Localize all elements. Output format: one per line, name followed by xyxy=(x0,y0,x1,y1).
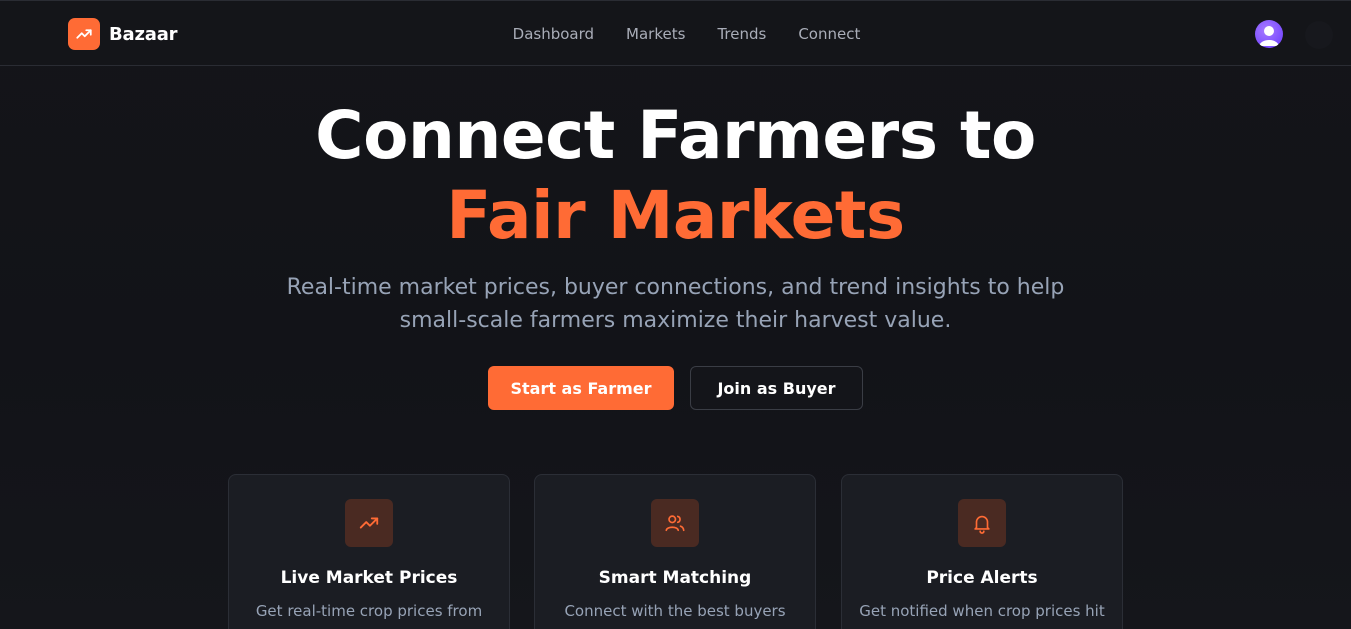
nav-link-markets[interactable]: Markets xyxy=(626,25,685,43)
join-as-buyer-button[interactable]: Join as Buyer xyxy=(690,366,863,410)
feature-card-price-alerts: Price Alerts Get notified when crop pric… xyxy=(841,474,1123,629)
feature-description: Get notified when crop prices hit xyxy=(859,602,1105,620)
brand[interactable]: Bazaar xyxy=(68,18,178,50)
feature-description: Connect with the best buyers xyxy=(564,602,786,620)
menu-button[interactable] xyxy=(1305,21,1333,49)
users-icon xyxy=(651,499,699,547)
hero-subtitle-line1: Real-time market prices, buyer connectio… xyxy=(286,275,1065,300)
nav-link-trends[interactable]: Trends xyxy=(717,25,766,43)
main-nav: Dashboard Markets Trends Connect xyxy=(0,1,1351,67)
start-as-farmer-button[interactable]: Start as Farmer xyxy=(488,366,674,410)
top-navbar: Bazaar Dashboard Markets Trends Connect xyxy=(0,0,1351,66)
nav-link-dashboard[interactable]: Dashboard xyxy=(513,25,594,43)
nav-link-connect[interactable]: Connect xyxy=(798,25,860,43)
hero-title-highlight: Fair Markets xyxy=(446,177,905,254)
trending-up-icon xyxy=(68,18,100,50)
feature-card-smart-matching: Smart Matching Connect with the best buy… xyxy=(534,474,816,629)
brand-name: Bazaar xyxy=(109,23,178,45)
landing-page: Bazaar Dashboard Markets Trends Connect … xyxy=(0,0,1351,629)
hero-subtitle-line2: small-scale farmers maximize their harve… xyxy=(399,308,952,333)
bell-icon xyxy=(958,499,1006,547)
feature-title: Smart Matching xyxy=(598,568,752,588)
hero-subtitle: Real-time market prices, buyer connectio… xyxy=(0,271,1351,337)
feature-card-live-prices: Live Market Prices Get real-time crop pr… xyxy=(228,474,510,629)
trending-up-icon xyxy=(345,499,393,547)
user-avatar[interactable] xyxy=(1255,20,1283,48)
feature-title: Price Alerts xyxy=(926,568,1038,588)
feature-description: Get real-time crop prices from xyxy=(255,602,483,620)
hero-title: Connect Farmers to xyxy=(315,97,1036,174)
feature-title: Live Market Prices xyxy=(280,568,458,588)
